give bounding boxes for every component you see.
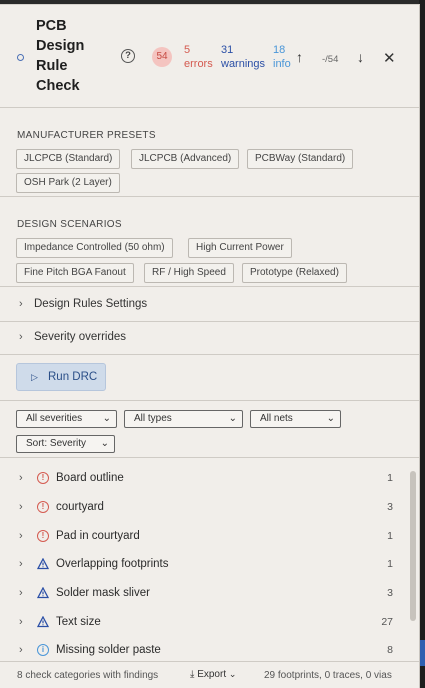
error-icon: !: [37, 472, 49, 484]
chevron-right-icon: ›: [19, 530, 23, 542]
run-section: ▷ Run DRC: [0, 355, 419, 401]
design-rules-settings-toggle[interactable]: › Design Rules Settings: [0, 288, 419, 322]
chevron-right-icon: ›: [19, 501, 23, 513]
chevron-right-icon: ›: [19, 587, 23, 599]
scrollbar-thumb[interactable]: [410, 471, 416, 621]
finding-count: 27: [381, 616, 393, 628]
finding-count: 1: [387, 472, 393, 484]
errors-filter[interactable]: 5 errors: [184, 43, 213, 71]
help-icon[interactable]: ?: [121, 49, 135, 63]
nets-select[interactable]: All nets ⌄: [250, 410, 341, 428]
next-arrow-icon[interactable]: ↓: [357, 49, 364, 65]
scenario-chip[interactable]: High Current Power: [188, 238, 292, 258]
section-label: Severity overrides: [34, 331, 127, 343]
chevron-down-icon: ⌄: [100, 438, 109, 449]
errors-count: 5: [184, 44, 191, 56]
section-label: Design Rules Settings: [34, 298, 148, 310]
finding-row[interactable]: › Solder mask sliver 3: [0, 580, 405, 608]
chevron-down-icon: ⌄: [326, 413, 335, 424]
info-filter[interactable]: 18 info: [273, 43, 291, 71]
chevron-right-icon: ›: [19, 558, 23, 570]
chevron-down-icon: ⌄: [228, 669, 237, 679]
warnings-label: warnings: [221, 58, 266, 70]
scenario-chip[interactable]: Fine Pitch BGA Fanout: [16, 263, 134, 283]
footer-stats: 29 footprints, 0 traces, 0 vias: [264, 670, 392, 681]
finding-label: Text size: [56, 616, 101, 628]
export-label: Export: [197, 669, 227, 680]
error-icon: !: [37, 501, 49, 513]
preset-chip[interactable]: PCBWay (Standard): [247, 149, 354, 169]
finding-count: 3: [387, 501, 393, 513]
chevron-right-icon: ›: [19, 644, 23, 656]
run-drc-button[interactable]: ▷ Run DRC: [16, 363, 106, 391]
preset-chip[interactable]: JLCPCB (Advanced): [131, 149, 240, 169]
finding-count: 3: [387, 587, 393, 599]
finding-row[interactable]: › Text size 27: [0, 609, 405, 637]
severity-select-value: All severities: [26, 413, 83, 424]
chevron-down-icon: ⌄: [102, 413, 111, 424]
panel-header: PCB Design Rule Check ? 54 5 errors 31 w…: [0, 5, 419, 108]
finding-count: 1: [387, 558, 393, 570]
filter-bar: All severities ⌄ All types ⌄ All nets ⌄ …: [0, 402, 419, 458]
warning-icon: [37, 587, 49, 599]
finding-label: Board outline: [56, 472, 124, 484]
chevron-right-icon: ›: [19, 616, 23, 628]
chevron-right-icon: ›: [19, 298, 23, 310]
finding-row[interactable]: › ! Board outline 1: [0, 465, 405, 493]
finding-label: Missing solder paste: [56, 644, 161, 656]
preset-chip[interactable]: JLCPCB (Standard): [16, 149, 121, 169]
design-scenarios-section: DESIGN SCENARIOS Impedance Controlled (5…: [0, 198, 419, 287]
panel-footer: 8 check categories with findings ⤓ Expor…: [0, 661, 419, 688]
finding-count: 8: [387, 644, 393, 656]
manufacturer-presets-section: MANUFACTURER PRESETS JLCPCB (Standard) J…: [0, 109, 419, 197]
nav-position: -/54: [322, 54, 339, 65]
warning-icon: [37, 616, 49, 628]
status-dot-icon: [17, 54, 24, 61]
chevron-right-icon: ›: [19, 472, 23, 484]
finding-row[interactable]: › ! Pad in courtyard 1: [0, 523, 405, 551]
scenario-chip[interactable]: Prototype (Relaxed): [242, 263, 347, 283]
previous-arrow-icon[interactable]: ↑: [296, 49, 303, 65]
sort-select[interactable]: Sort: Severity ⌄: [16, 435, 115, 453]
play-icon: ▷: [31, 372, 38, 382]
warnings-filter[interactable]: 31 warnings: [221, 43, 265, 71]
types-select[interactable]: All types ⌄: [124, 410, 243, 428]
finding-row[interactable]: › ! courtyard 3: [0, 494, 405, 522]
export-button[interactable]: ⤓ Export ⌄: [190, 669, 236, 680]
chevron-down-icon: ⌄: [228, 413, 237, 424]
total-count-badge: 54: [152, 47, 172, 67]
info-icon: i: [37, 644, 49, 656]
finding-label: Pad in courtyard: [56, 530, 140, 542]
run-drc-label: Run DRC: [48, 371, 98, 383]
finding-label: courtyard: [56, 501, 104, 513]
footer-summary: 8 check categories with findings: [17, 670, 159, 681]
finding-row[interactable]: › Overlapping footprints 1: [0, 551, 405, 579]
finding-row[interactable]: › i Missing solder paste 8: [0, 637, 405, 661]
preset-chip[interactable]: OSH Park (2 Layer): [16, 173, 120, 193]
severity-select[interactable]: All severities ⌄: [16, 410, 117, 428]
finding-label: Overlapping footprints: [56, 558, 169, 570]
chevron-right-icon: ›: [19, 331, 23, 343]
info-count: 18: [273, 44, 286, 56]
warnings-count: 31: [221, 44, 234, 56]
panel-title: PCB Design Rule Check: [36, 18, 85, 94]
download-icon: ⤓: [190, 669, 195, 680]
info-label: info: [273, 58, 291, 70]
findings-list: › ! Board outline 1 › ! courtyard 3 › ! …: [0, 459, 419, 661]
scenario-chip[interactable]: RF / High Speed: [144, 263, 234, 283]
section-title: MANUFACTURER PRESETS: [17, 130, 156, 141]
close-icon[interactable]: ✕: [383, 49, 396, 67]
nets-select-value: All nets: [260, 413, 293, 424]
scenario-chip[interactable]: Impedance Controlled (50 ohm): [16, 238, 173, 258]
error-icon: !: [37, 530, 49, 542]
errors-label: errors: [184, 58, 213, 70]
sort-select-value: Sort: Severity: [26, 438, 87, 449]
finding-label: Solder mask sliver: [56, 587, 150, 599]
section-title: DESIGN SCENARIOS: [17, 219, 122, 230]
drc-panel: PCB Design Rule Check ? 54 5 errors 31 w…: [0, 4, 420, 688]
finding-count: 1: [387, 530, 393, 542]
warning-icon: [37, 558, 49, 570]
severity-overrides-toggle[interactable]: › Severity overrides: [0, 321, 419, 355]
types-select-value: All types: [134, 413, 172, 424]
